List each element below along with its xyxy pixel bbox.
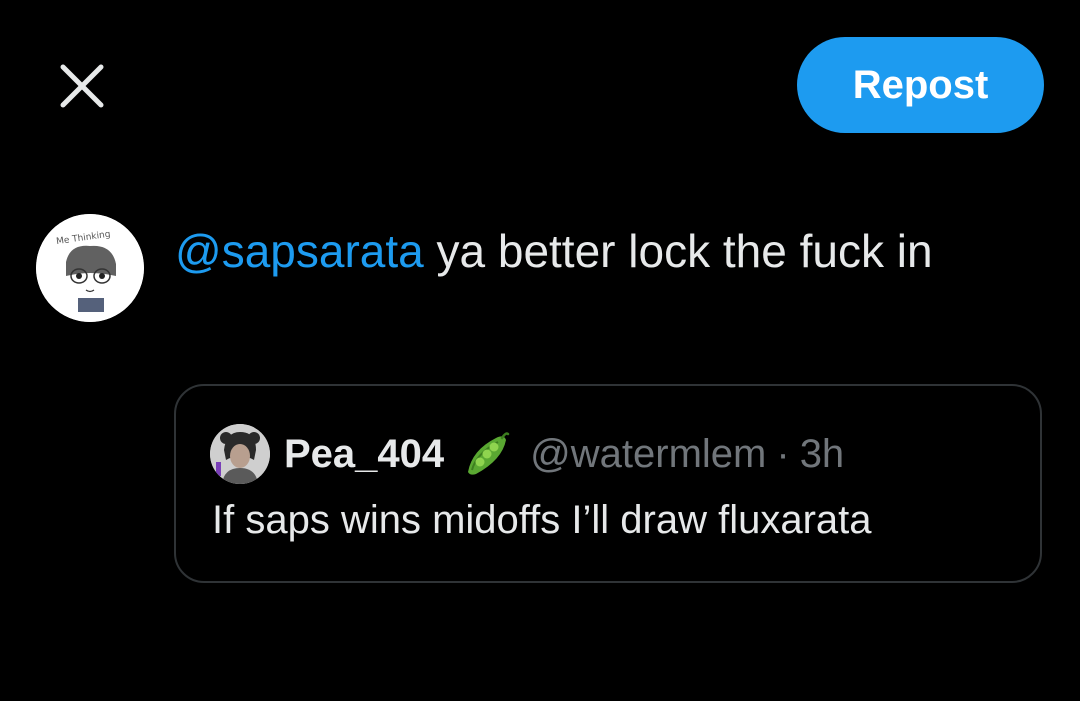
separator-dot: ·	[776, 431, 790, 476]
quoted-avatar[interactable]	[210, 424, 270, 484]
quoted-handle[interactable]: @watermlem	[530, 432, 766, 477]
user-avatar-sketch-icon: Me Thinking	[36, 214, 144, 322]
pea-pod-icon	[468, 432, 510, 475]
close-button[interactable]	[52, 56, 112, 116]
compose-body-text: ya better lock the fuck in	[423, 225, 933, 277]
repost-button[interactable]: Repost	[797, 37, 1044, 133]
quoted-post[interactable]: Pea_404 @watermlem · 3h If saps wins mid…	[174, 384, 1042, 583]
mention-link[interactable]: @sapsarata	[175, 225, 424, 277]
quoted-post-header: Pea_404 @watermlem · 3h	[210, 424, 845, 484]
avatar: Me Thinking	[36, 214, 144, 322]
quoted-display-name[interactable]: Pea_404	[284, 432, 444, 477]
quoted-post-text: If saps wins midoffs I’ll draw fluxarata	[212, 498, 872, 542]
quoted-timestamp[interactable]: 3h	[800, 432, 845, 477]
close-icon	[60, 64, 104, 108]
user-avatar-icon	[210, 424, 270, 484]
compose-text[interactable]: @sapsarata ya better lock the fuck in	[175, 212, 1045, 290]
